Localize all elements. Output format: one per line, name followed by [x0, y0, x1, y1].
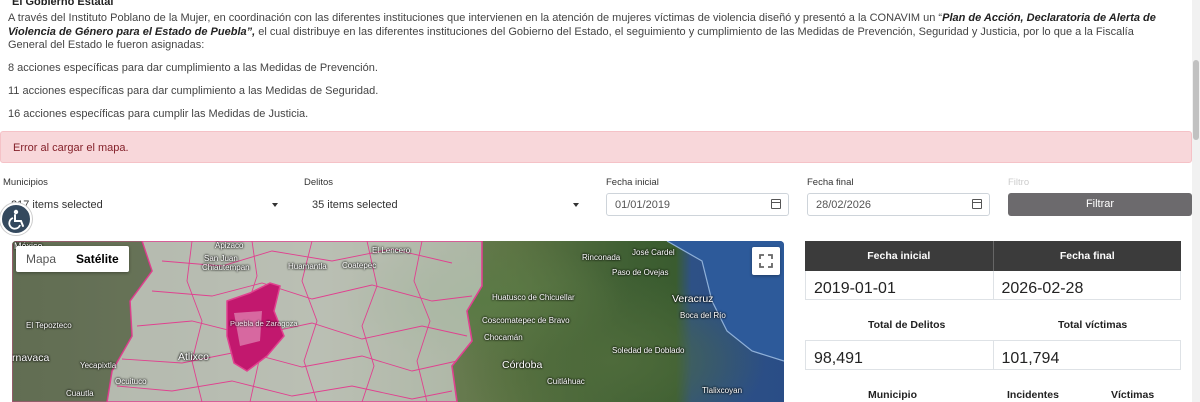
place-label: Cuautla — [66, 389, 94, 398]
fecha-inicial-header: Fecha inicial — [805, 241, 994, 271]
satellite-tab-button[interactable]: Satélite — [66, 246, 129, 272]
fecha-inicial-label: Fecha inicial — [606, 177, 659, 188]
place-label: Huamantla — [288, 262, 327, 271]
prevention-actions-text: 8 acciones específicas para dar cumplimi… — [8, 62, 378, 74]
filtrar-button[interactable]: Filtrar — [1008, 193, 1192, 216]
place-label: Huatusco de Chicuellar — [492, 293, 575, 302]
accessibility-button[interactable] — [0, 203, 32, 235]
justice-actions-text: 16 acciones específicas para cumplir las… — [8, 108, 309, 120]
fecha-inicial-cell: 2019-01-01 — [806, 271, 994, 299]
delitos-select[interactable]: 35 items selected — [304, 194, 587, 216]
fecha-final-cell: 2026-02-28 — [1001, 280, 1084, 297]
place-label: Coscomatepec de Bravo — [482, 316, 570, 325]
place-label: Cuitláhuac — [547, 377, 585, 386]
place-label: San Juan — [204, 254, 238, 263]
filtro-label: Filtro — [1008, 177, 1030, 188]
chevron-down-icon — [573, 203, 579, 207]
calendar-icon[interactable] — [972, 199, 982, 209]
delitos-label: Delitos — [304, 177, 334, 188]
total-victimas-header: Total víctimas — [1058, 319, 1128, 331]
incidentes-header: Incidentes — [1007, 389, 1059, 401]
wheelchair-icon — [8, 209, 24, 230]
total-victimas-cell: 101,794 — [1001, 350, 1060, 367]
place-label: Ocuituco — [115, 377, 147, 386]
intro-heading: El Gobierno Estatal — [12, 0, 114, 8]
place-label: José Cardel — [632, 248, 675, 257]
fullscreen-button[interactable] — [752, 247, 780, 275]
place-label: Paso de Ovejas — [612, 268, 669, 277]
total-delitos-header: Total de Delitos — [868, 319, 946, 331]
fecha-inicial-value: 01/01/2019 — [615, 199, 671, 211]
map-tab-button[interactable]: Mapa — [16, 246, 66, 272]
scrollbar-thumb[interactable] — [1193, 60, 1199, 140]
page-scrollbar[interactable] — [1192, 0, 1200, 402]
municipios-select[interactable]: 217 items selected — [3, 194, 286, 216]
fecha-final-input[interactable]: 28/02/2026 — [807, 193, 990, 216]
fullscreen-icon — [759, 254, 773, 268]
chevron-down-icon — [272, 203, 278, 207]
intro-text-before: A través del Instituto Poblano de la Muj… — [8, 12, 943, 24]
place-label: Chiautempan — [202, 263, 250, 272]
place-label: Chocamán — [484, 333, 523, 342]
fecha-final-value: 28/02/2026 — [816, 199, 872, 211]
intro-paragraph: A través del Instituto Poblano de la Muj… — [8, 12, 1173, 53]
place-label: Atlixco — [178, 351, 209, 363]
totals-table-row: 98,491 101,794 — [805, 340, 1181, 370]
place-label: Veracruz — [672, 293, 714, 305]
place-label: Coatepec — [342, 261, 377, 270]
fecha-inicial-input[interactable]: 01/01/2019 — [606, 193, 789, 216]
total-delitos-cell: 98,491 — [806, 341, 994, 369]
map-error-alert: Error al cargar el mapa. — [0, 131, 1192, 163]
municipio-header: Municipio — [868, 389, 917, 401]
dates-table-header: Fecha inicial Fecha final — [805, 241, 1181, 271]
fecha-final-label: Fecha final — [807, 177, 854, 188]
place-label: Yecapixtla — [80, 361, 117, 370]
dates-table-row: 2019-01-01 2026-02-28 — [805, 271, 1181, 300]
place-label: Boca del Río — [680, 311, 726, 320]
place-label: Rinconada — [582, 253, 621, 262]
place-label: Soledad de Doblado — [612, 346, 685, 355]
map-type-toggle[interactable]: Mapa Satélite — [16, 246, 129, 272]
municipios-label: Municipios — [3, 177, 48, 188]
calendar-icon[interactable] — [771, 199, 781, 209]
place-label: Tlalixcoyan — [702, 386, 743, 395]
place-label: Apizaco — [215, 241, 244, 250]
fecha-final-header: Fecha final — [1059, 250, 1115, 262]
place-label: rnavaca — [12, 352, 50, 364]
delitos-select-value: 35 items selected — [312, 199, 398, 211]
place-label: El Lencero — [372, 246, 411, 255]
place-label: Córdoba — [502, 359, 543, 371]
victimas-header: Víctimas — [1111, 389, 1155, 401]
place-label: El Tepozteco — [26, 321, 72, 330]
security-actions-text: 11 acciones específicas para dar cumplim… — [8, 85, 379, 97]
place-label: Puebla de Zaragoza — [230, 319, 298, 328]
